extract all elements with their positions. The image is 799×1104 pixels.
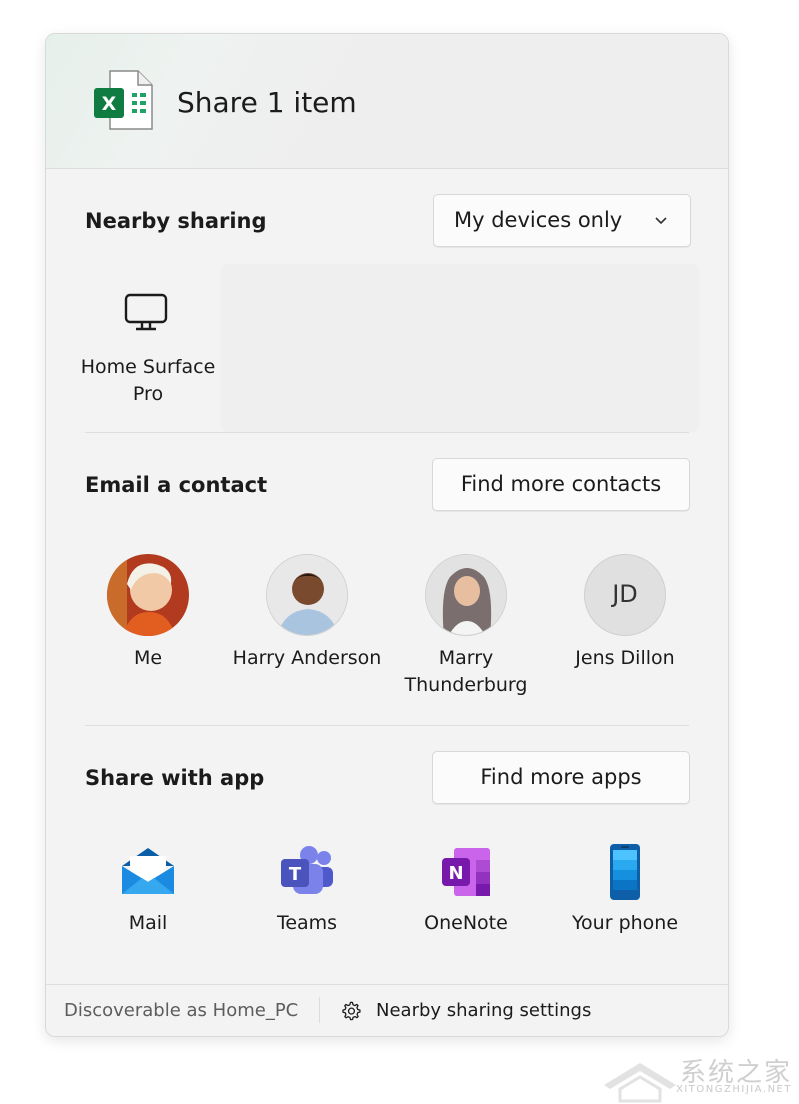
dialog-title: Share 1 item	[177, 86, 357, 119]
share-dialog: X Share 1 item Nearby sharing My devices…	[45, 33, 729, 1037]
app-name: Your phone	[571, 912, 679, 934]
onenote-icon: N	[442, 848, 490, 896]
onenote-letter: N	[448, 863, 463, 884]
find-more-apps-button[interactable]: Find more apps	[432, 751, 690, 804]
avatar	[266, 554, 348, 636]
contact-harry-anderson[interactable]: Harry Anderson	[232, 554, 382, 672]
avatar	[107, 554, 189, 636]
contact-jens-dillon[interactable]: JD Jens Dillon	[550, 554, 700, 672]
find-more-contacts-button[interactable]: Find more contacts	[432, 458, 690, 511]
contact-name: Jens Dillon	[575, 647, 675, 669]
divider	[85, 725, 689, 726]
watermark-subtext: XITONGZHIJIA.NET	[676, 1084, 792, 1095]
contact-name: Harry Anderson	[232, 647, 382, 669]
gear-icon	[342, 1001, 361, 1021]
device-home-surface-pro[interactable]: Home Surface Pro	[76, 354, 220, 408]
mail-icon	[122, 848, 174, 894]
dialog-footer: Discoverable as Home_PC Nearby sharing s…	[46, 984, 728, 1036]
share-with-app-title: Share with app	[85, 766, 265, 790]
phone-icon	[610, 844, 640, 900]
app-mail[interactable]: Mail	[73, 844, 223, 934]
teams-icon: T	[281, 846, 333, 894]
excel-letter: X	[102, 93, 117, 115]
nearby-sharing-title: Nearby sharing	[85, 209, 267, 233]
chevron-down-icon	[655, 217, 667, 225]
teams-letter: T	[289, 864, 302, 885]
contact-me[interactable]: Me	[73, 554, 223, 672]
monitor-icon[interactable]	[124, 291, 168, 335]
email-contact-title: Email a contact	[85, 473, 268, 497]
excel-file-icon: X	[94, 70, 153, 130]
contact-name: Me	[133, 647, 163, 669]
app-name: OneNote	[424, 912, 508, 934]
app-onenote[interactable]: N OneNote	[391, 844, 541, 934]
app-teams[interactable]: T Teams	[232, 844, 382, 934]
app-your-phone[interactable]: Your phone	[550, 844, 700, 934]
footer-separator	[319, 997, 320, 1023]
avatar-initials: JD	[612, 580, 638, 608]
discoverable-label: Discoverable as Home_PC	[64, 1000, 299, 1021]
avatar	[425, 554, 507, 636]
nearby-sharing-dropdown[interactable]: My devices only	[433, 194, 691, 247]
contact-marry-thunderburg[interactable]: Marry Thunderburg	[391, 554, 541, 699]
app-name: Teams	[276, 912, 338, 934]
dialog-header: X Share 1 item	[46, 34, 728, 169]
dropdown-value: My devices only	[454, 208, 623, 232]
device-list-area	[221, 264, 699, 432]
divider	[85, 432, 689, 433]
avatar: JD	[584, 554, 666, 636]
settings-link-label: Nearby sharing settings	[376, 1000, 592, 1021]
contact-name: Marry Thunderburg	[404, 647, 528, 696]
app-name: Mail	[128, 912, 168, 934]
